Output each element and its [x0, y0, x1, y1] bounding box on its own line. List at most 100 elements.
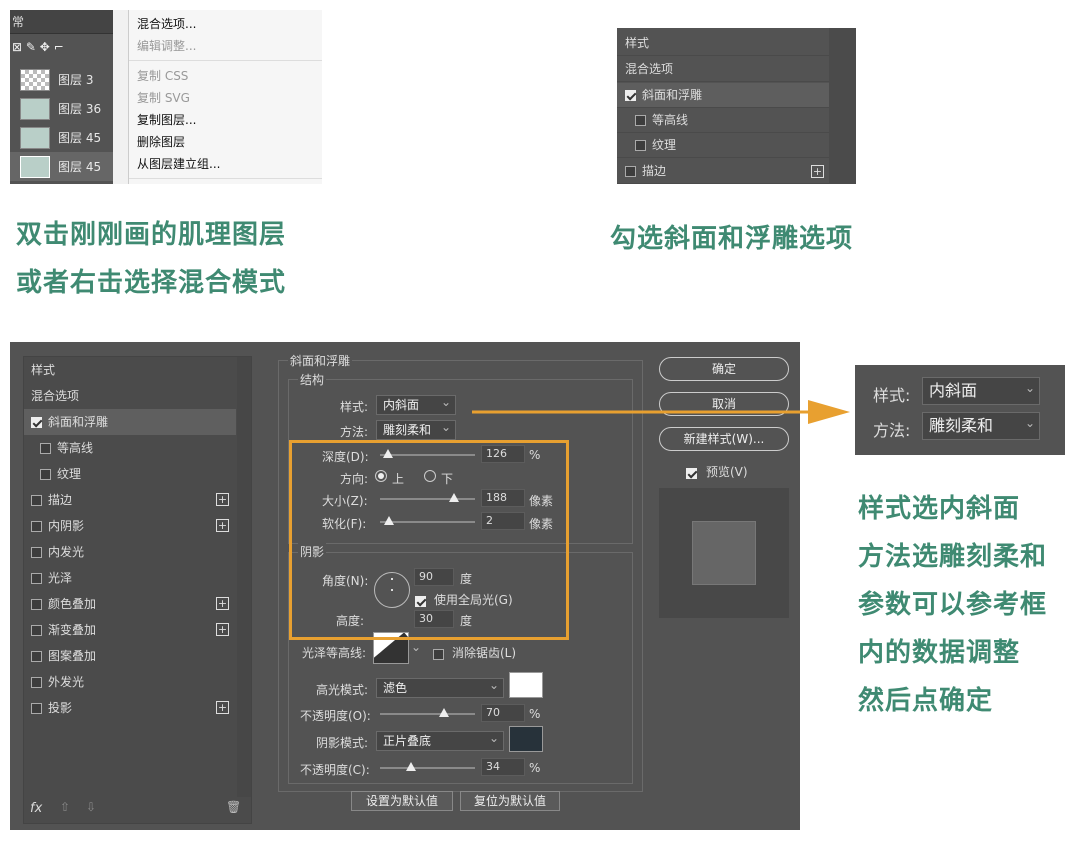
- style-item-drop-shadow[interactable]: 投影: [24, 695, 236, 721]
- layer-name: 图层 45: [58, 160, 102, 174]
- checkbox[interactable]: [31, 573, 42, 584]
- layer-thumbnail: [20, 127, 50, 149]
- shadow-opacity-unit: %: [529, 761, 541, 775]
- checkbox[interactable]: [31, 547, 42, 558]
- blend-mode-dropdown[interactable]: 常: [10, 10, 113, 34]
- checkbox[interactable]: [31, 677, 42, 688]
- caption-step2: 勾选斜面和浮雕选项: [610, 224, 854, 254]
- caption-step3-line5: 然后点确定: [858, 686, 994, 716]
- add-stroke-icon[interactable]: +: [216, 493, 229, 506]
- shadow-opacity-track[interactable]: [380, 767, 475, 769]
- zoom-method-select[interactable]: 雕刻柔和: [922, 410, 1040, 440]
- caption-step3-line1: 样式选内斜面: [858, 494, 1021, 524]
- zoomed-settings: 样式: 内斜面 方法: 雕刻柔和: [855, 365, 1065, 455]
- checkbox[interactable]: [40, 469, 51, 480]
- style-item-bevel-emboss[interactable]: 斜面和浮雕: [617, 83, 829, 108]
- menu-item-delete-layer[interactable]: 删除图层: [137, 133, 185, 150]
- menu-item-group-from-layers[interactable]: 从图层建立组...: [137, 155, 220, 172]
- style-item-contour[interactable]: 等高线: [617, 108, 829, 133]
- add-color-overlay-icon[interactable]: +: [216, 597, 229, 610]
- menu-item-blending-options[interactable]: 混合选项...: [137, 15, 196, 32]
- style-item-bevel-emboss[interactable]: 斜面和浮雕: [24, 409, 236, 435]
- checkbox-checked[interactable]: [31, 417, 42, 428]
- style-label: 等高线: [57, 441, 94, 455]
- style-item-gradient-overlay[interactable]: 渐变叠加: [24, 617, 236, 643]
- layer-row[interactable]: 图层 36: [10, 94, 113, 123]
- highlight-color-swatch[interactable]: [509, 672, 543, 698]
- trash-icon[interactable]: 🗑: [226, 800, 241, 814]
- preview-area: [659, 488, 789, 618]
- style-select[interactable]: 内斜面: [376, 393, 456, 415]
- chevron-down-icon[interactable]: ⌄: [411, 640, 421, 654]
- style-item-inner-shadow[interactable]: 内阴影: [24, 513, 236, 539]
- style-label: 纹理: [57, 467, 82, 481]
- new-style-button[interactable]: 新建样式(W)...: [659, 427, 789, 451]
- checkbox[interactable]: [635, 140, 646, 151]
- caption-step1-line1: 双击刚刚画的肌理图层: [16, 220, 287, 250]
- layer-row[interactable]: 图层 3: [10, 65, 113, 94]
- preview-thumbnail: [692, 521, 756, 585]
- stroke-label: 描边: [642, 164, 667, 178]
- make-default-button[interactable]: 设置为默认值: [351, 791, 453, 811]
- highlight-opacity-handle[interactable]: [439, 708, 449, 717]
- checkbox[interactable]: [433, 649, 444, 660]
- checkbox[interactable]: [31, 599, 42, 610]
- style-label: 颜色叠加: [48, 597, 97, 611]
- move-down-icon[interactable]: ⇩: [86, 800, 96, 814]
- highlight-mode-select[interactable]: 滤色: [376, 676, 504, 698]
- checkbox[interactable]: [31, 495, 42, 506]
- checkbox[interactable]: [31, 521, 42, 532]
- checkbox-checked[interactable]: [686, 468, 697, 479]
- add-icon[interactable]: +: [811, 165, 824, 178]
- ok-button[interactable]: 确定: [659, 357, 789, 381]
- menu-item-copy-css: 复制 CSS: [137, 69, 189, 83]
- checkbox[interactable]: [625, 166, 636, 177]
- fx-icon[interactable]: fx: [30, 801, 42, 816]
- checkbox[interactable]: [31, 625, 42, 636]
- style-item-satin[interactable]: 光泽: [24, 565, 236, 591]
- style-item-color-overlay[interactable]: 颜色叠加: [24, 591, 236, 617]
- caption-step3-line4: 内的数据调整: [858, 638, 1021, 668]
- style-item-blending-options[interactable]: 混合选项: [24, 383, 236, 409]
- preview-checkbox[interactable]: [686, 463, 703, 482]
- checkbox[interactable]: [31, 703, 42, 714]
- highlight-opacity-track[interactable]: [380, 713, 475, 715]
- shadow-mode-select[interactable]: 正片叠底: [376, 729, 504, 751]
- shadow-opacity-handle[interactable]: [406, 762, 416, 771]
- antialias-checkbox[interactable]: [433, 644, 450, 663]
- style-item-inner-glow[interactable]: 内发光: [24, 539, 236, 565]
- style-item-stroke[interactable]: 描边: [617, 159, 829, 184]
- shadow-color-swatch[interactable]: [509, 726, 543, 752]
- shadow-mode-label: 阴影模式:: [316, 736, 369, 750]
- style-item-stroke[interactable]: 描边: [24, 487, 236, 513]
- add-inner-shadow-icon[interactable]: +: [216, 519, 229, 532]
- layer-row[interactable]: 图层 45: [10, 123, 113, 152]
- menu-item-duplicate-layer[interactable]: 复制图层...: [137, 111, 196, 128]
- add-gradient-overlay-icon[interactable]: +: [216, 623, 229, 636]
- checkbox[interactable]: [31, 651, 42, 662]
- checkbox-checked[interactable]: [625, 90, 636, 101]
- structure-title: 结构: [298, 371, 327, 388]
- blend-mode-value: 常: [12, 15, 25, 29]
- lock-tools[interactable]: ⊠ ✎ ✥ ⌐: [10, 40, 113, 64]
- style-item-contour[interactable]: 等高线: [24, 435, 236, 461]
- checkbox[interactable]: [635, 115, 646, 126]
- shadow-opacity-input[interactable]: 34: [481, 758, 525, 776]
- arrow-head: [808, 400, 850, 424]
- highlight-opacity-input[interactable]: 70: [481, 704, 525, 722]
- add-drop-shadow-icon[interactable]: +: [216, 701, 229, 714]
- scrollbar[interactable]: [829, 28, 856, 184]
- style-item-pattern-overlay[interactable]: 图案叠加: [24, 643, 236, 669]
- zoom-style-select[interactable]: 内斜面: [922, 375, 1040, 405]
- layer-row-selected[interactable]: 图层 45: [10, 152, 113, 181]
- style-item-texture[interactable]: 纹理: [24, 461, 236, 487]
- style-list-scrollbar[interactable]: [237, 357, 251, 797]
- style-item-outer-glow[interactable]: 外发光: [24, 669, 236, 695]
- style-label: 内阴影: [48, 519, 85, 533]
- move-up-icon[interactable]: ⇧: [60, 800, 70, 814]
- checkbox[interactable]: [40, 443, 51, 454]
- reset-default-button[interactable]: 复位为默认值: [460, 791, 560, 811]
- style-item-texture[interactable]: 纹理: [617, 133, 829, 158]
- method-select[interactable]: 雕刻柔和: [376, 418, 456, 440]
- style-item-blending-options[interactable]: 混合选项: [617, 57, 829, 82]
